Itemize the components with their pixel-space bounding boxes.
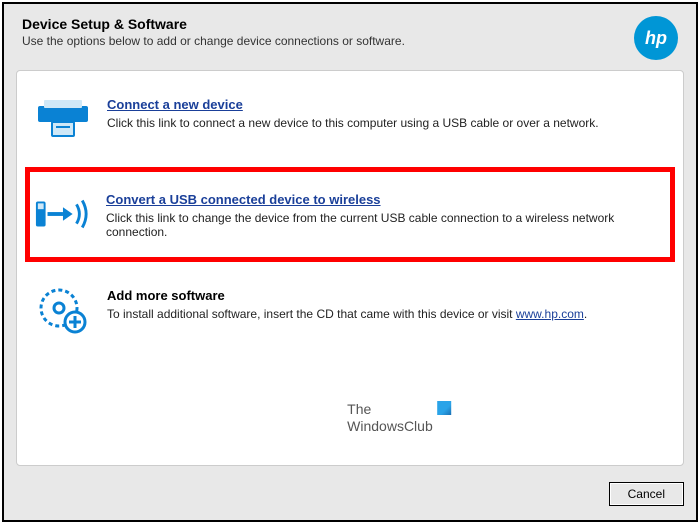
add-software-desc-prefix: To install additional software, insert t…: [107, 307, 516, 321]
add-software-desc: To install additional software, insert t…: [107, 307, 665, 321]
printer-icon: [35, 95, 91, 143]
footer: Cancel: [4, 474, 696, 520]
option-convert-wireless: Convert a USB connected device to wirele…: [25, 167, 675, 262]
header-text: Device Setup & Software Use the options …: [22, 16, 634, 48]
watermark-line1: The: [347, 401, 433, 418]
watermark: The WindowsClub: [347, 401, 433, 435]
content-panel: Connect a new device Click this link to …: [16, 70, 684, 466]
option-text: Connect a new device Click this link to …: [107, 95, 665, 130]
option-connect-device: Connect a new device Click this link to …: [31, 89, 669, 149]
add-software-desc-suffix: .: [584, 307, 587, 321]
connect-device-link[interactable]: Connect a new device: [107, 97, 665, 112]
convert-wireless-link[interactable]: Convert a USB connected device to wirele…: [106, 192, 666, 207]
setup-window: Device Setup & Software Use the options …: [2, 2, 698, 522]
connect-device-desc: Click this link to connect a new device …: [107, 116, 665, 130]
page-title: Device Setup & Software: [22, 16, 634, 32]
add-software-title: Add more software: [107, 288, 665, 303]
cancel-button[interactable]: Cancel: [609, 482, 684, 506]
watermark-line2: WindowsClub: [347, 418, 433, 435]
watermark-square-icon: [437, 401, 451, 415]
hp-link[interactable]: www.hp.com: [516, 307, 584, 321]
hp-logo-icon: hp: [634, 16, 678, 60]
cd-plus-icon: [35, 286, 91, 334]
option-add-software: Add more software To install additional …: [31, 280, 669, 340]
option-text: Add more software To install additional …: [107, 286, 665, 321]
header: Device Setup & Software Use the options …: [4, 4, 696, 70]
convert-wireless-desc: Click this link to change the device fro…: [106, 211, 666, 239]
usb-to-wireless-icon: [34, 190, 90, 238]
page-subtitle: Use the options below to add or change d…: [22, 34, 634, 48]
option-text: Convert a USB connected device to wirele…: [106, 190, 666, 239]
